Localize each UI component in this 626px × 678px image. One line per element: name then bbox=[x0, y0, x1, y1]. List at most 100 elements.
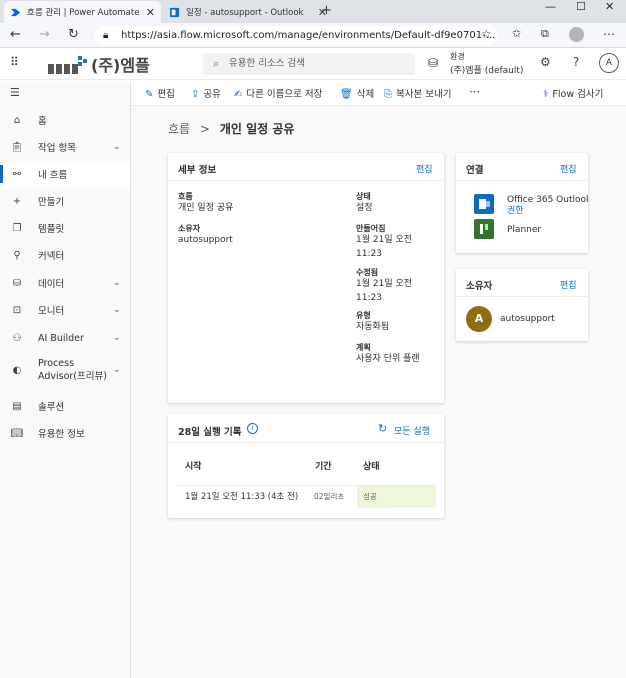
connections-edit-link[interactable]: 편집 bbox=[560, 162, 577, 175]
modified-value: 1월 21일 오전 11:23 bbox=[356, 279, 413, 303]
power-automate-icon bbox=[10, 8, 21, 16]
environment-picker[interactable]: 환경 (주)엠플 (default) bbox=[450, 51, 523, 76]
refresh-icon[interactable]: ↻ bbox=[378, 422, 387, 435]
flow-checker-button[interactable]: ⚕ Flow 검사기 bbox=[543, 86, 603, 100]
sidebar-item[interactable]: ⊡ 모니터 ⌄ bbox=[0, 297, 130, 323]
save-as-command-button[interactable]: ✍ 다른 이름으로 저장 bbox=[234, 86, 322, 100]
favorite-star-icon[interactable]: ☆ bbox=[481, 27, 492, 41]
sidebar-item-label: 내 흐름 bbox=[38, 170, 68, 181]
company-logo-text: (주)엠플 bbox=[91, 56, 150, 75]
created-value: 1월 21일 오전 11:23 bbox=[356, 235, 413, 259]
chevron-down-icon[interactable]: ⌄ bbox=[113, 305, 121, 315]
sidebar-item[interactable]: 📖︎ 유용한 정보 bbox=[0, 420, 130, 446]
sidebar-item[interactable]: ⌂ 홈 bbox=[0, 107, 130, 133]
status-value: 설정 bbox=[356, 203, 373, 213]
app-launcher-icon[interactable]: ⠿ bbox=[10, 55, 19, 69]
connections-title: 연결 bbox=[466, 165, 484, 176]
owners-card: 소유자 편집 A autosupport bbox=[456, 269, 588, 341]
database-icon: ⛁ bbox=[12, 277, 22, 289]
copy-icon: ⎘ bbox=[384, 89, 392, 100]
run-start: 1월 21일 오전 11:33 (4초 전) bbox=[185, 492, 299, 502]
left-navigation: ☰ ⌂ 홈 📋︎ 작업 항목 ⌄ ⚯ 내 흐름 + 만들기 ❐ 템플릿 ⚲ 커넥터 ⛁ 데이터 ⌄ ⊡ 모니터 ⌄ ⚇… bbox=[0, 81, 131, 678]
new-tab-icon[interactable]: + bbox=[321, 3, 332, 18]
details-title: 세부 정보 bbox=[178, 165, 217, 176]
plus-icon: + bbox=[12, 195, 22, 207]
sidebar-item[interactable]: + 만들기 bbox=[0, 188, 130, 214]
sidebar-item[interactable]: ⚇ AI Builder ⌄ bbox=[0, 325, 130, 351]
ai-builder-icon: ⚇ bbox=[12, 332, 22, 344]
user-avatar[interactable]: A bbox=[599, 53, 619, 73]
monitor-icon: ⊡ bbox=[12, 304, 22, 316]
chevron-down-icon[interactable]: ⌄ bbox=[113, 365, 121, 375]
clipboard-icon: 📋︎ bbox=[10, 141, 24, 153]
help-icon[interactable]: ? bbox=[573, 55, 579, 69]
search-icon: ⌕ bbox=[213, 57, 220, 70]
environment-label: 환경 bbox=[450, 52, 465, 61]
close-window-icon[interactable]: ✕ bbox=[605, 0, 614, 13]
process-advisor-icon: ◐ bbox=[12, 364, 22, 376]
owner-name: autosupport bbox=[500, 314, 555, 324]
details-edit-link[interactable]: 편집 bbox=[416, 162, 433, 175]
favorites-icon[interactable]: ✩ bbox=[512, 27, 521, 40]
info-icon[interactable]: i bbox=[247, 423, 258, 434]
sidebar-item-label: 템플릿 bbox=[38, 224, 65, 235]
owner-avatar: A bbox=[466, 306, 492, 332]
home-icon: ⌂ bbox=[13, 114, 21, 126]
forward-icon[interactable]: → bbox=[39, 27, 50, 42]
more-icon[interactable]: ⋯ bbox=[603, 27, 615, 41]
office365-outlook-icon bbox=[474, 194, 494, 214]
hamburger-menu-icon[interactable]: ☰ bbox=[10, 86, 20, 99]
sidebar-item-label: 작업 항목 bbox=[38, 143, 76, 154]
column-header-status: 상태 bbox=[363, 462, 380, 472]
search-placeholder: 유용한 리소스 검색 bbox=[229, 58, 305, 69]
settings-gear-icon[interactable]: ⚙ bbox=[540, 55, 551, 69]
table-row[interactable]: 1월 21일 오전 11:33 (4초 전) 02밀리초 성공 bbox=[178, 485, 436, 508]
browser-tab-bar: 흐름 관리 | Power Automate ✕ 일정 - autosuppor… bbox=[0, 0, 626, 23]
sidebar-item-label: 모니터 bbox=[38, 306, 65, 317]
divider bbox=[456, 180, 588, 181]
breadcrumb-parent[interactable]: 흐름 bbox=[168, 122, 190, 136]
back-icon[interactable]: ← bbox=[10, 27, 21, 42]
refresh-icon[interactable]: ↻ bbox=[68, 27, 79, 42]
sidebar-item-label: Process Advisor(프리뷰) bbox=[38, 358, 107, 382]
tab-power-automate[interactable]: 흐름 관리 | Power Automate ✕ bbox=[4, 1, 161, 23]
url-field[interactable]: 🔒︎ https://asia.flow.microsoft.com/manag… bbox=[95, 26, 498, 45]
sidebar-item[interactable]: ⚲ 커넥터 bbox=[0, 242, 130, 268]
owners-title: 소유자 bbox=[466, 281, 493, 292]
type-value: 자동화됨 bbox=[356, 322, 390, 332]
sidebar-item-label: 홈 bbox=[38, 116, 47, 127]
collections-icon[interactable]: ⧉ bbox=[541, 27, 549, 41]
more-commands-icon[interactable]: ⋯ bbox=[469, 85, 480, 98]
maximize-icon[interactable]: ☐ bbox=[576, 0, 586, 13]
run-status: 성공 bbox=[363, 492, 377, 501]
sidebar-item[interactable]: ❐ 템플릿 bbox=[0, 215, 130, 241]
sidebar-item[interactable]: ⚯ 내 흐름 bbox=[0, 161, 130, 187]
lock-icon: 🔒︎ bbox=[103, 30, 109, 41]
share-command-button[interactable]: ⇪ 공유 bbox=[191, 86, 221, 100]
search-input[interactable]: ⌕ 유용한 리소스 검색 bbox=[203, 53, 415, 75]
owners-edit-link[interactable]: 편집 bbox=[560, 278, 577, 291]
run-history-title: 28일 실행 기록 bbox=[178, 427, 242, 438]
chevron-down-icon[interactable]: ⌄ bbox=[113, 142, 121, 152]
sidebar-item[interactable]: ⛁ 데이터 ⌄ bbox=[0, 270, 130, 296]
send-copy-command-button[interactable]: ⎘ 복사본 보내기 bbox=[384, 86, 451, 100]
profile-icon[interactable] bbox=[569, 27, 584, 42]
flow-value: 개인 일정 공유 bbox=[178, 203, 234, 213]
chevron-down-icon[interactable]: ⌄ bbox=[113, 278, 121, 288]
minimize-icon[interactable]: — bbox=[545, 0, 556, 13]
tab-outlook[interactable]: 일정 - autosupport - Outlook ✕ bbox=[163, 1, 333, 23]
close-tab-icon[interactable]: ✕ bbox=[146, 6, 155, 19]
delete-command-button[interactable]: 🗑︎ 삭제 bbox=[340, 86, 374, 100]
sidebar-item-label: 유용한 정보 bbox=[38, 429, 85, 440]
all-runs-link[interactable]: 모든 실행 bbox=[394, 424, 430, 437]
chevron-down-icon[interactable]: ⌄ bbox=[113, 333, 121, 343]
connection-permission-link[interactable]: 권한 bbox=[507, 204, 524, 218]
sidebar-item[interactable]: ▤ 솔루션 bbox=[0, 393, 130, 419]
outlook-icon bbox=[169, 7, 180, 17]
sidebar-item[interactable]: 📋︎ 작업 항목 ⌄ bbox=[0, 134, 130, 160]
sidebar-item-label: 커넥터 bbox=[38, 251, 65, 262]
sidebar-item[interactable]: ◐ Process Advisor(프리뷰) ⌄ bbox=[0, 353, 130, 387]
connection-name: Planner bbox=[507, 225, 542, 235]
edit-command-button[interactable]: ✎ 편집 bbox=[145, 86, 175, 100]
environment-name: (주)엠플 (default) bbox=[450, 66, 524, 76]
